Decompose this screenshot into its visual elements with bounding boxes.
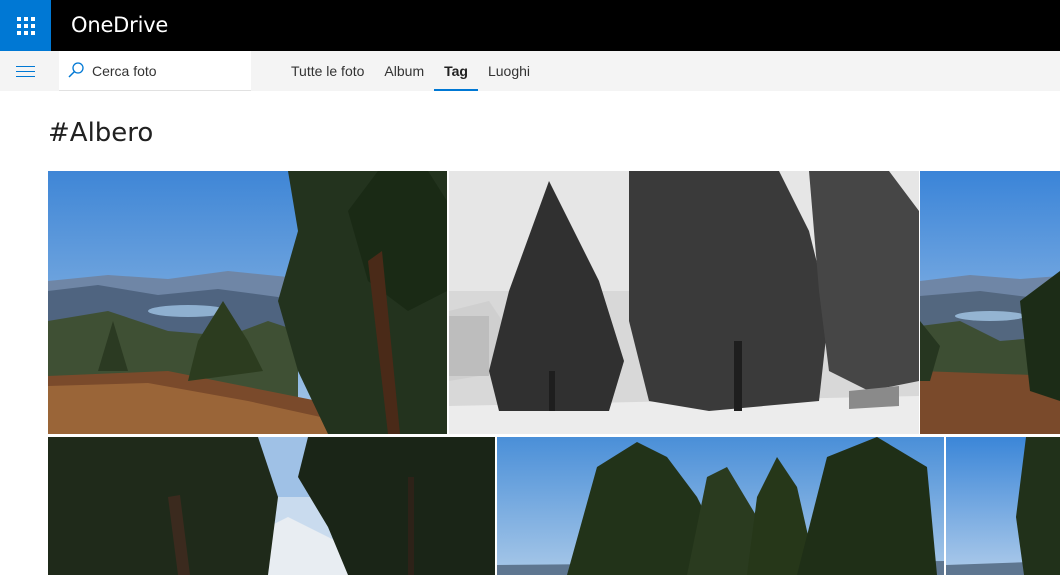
search-input[interactable] bbox=[92, 60, 242, 82]
photo-thumbnail[interactable] bbox=[497, 437, 944, 575]
tab-albums[interactable]: Album bbox=[374, 51, 434, 91]
photo-thumbnail[interactable] bbox=[48, 437, 495, 575]
waffle-icon[interactable] bbox=[0, 0, 51, 51]
page-title: #Albero bbox=[48, 118, 154, 148]
photo-thumbnail[interactable] bbox=[920, 171, 1060, 434]
search-icon bbox=[68, 62, 84, 78]
tab-tags[interactable]: Tag bbox=[434, 51, 478, 91]
hamburger-icon[interactable] bbox=[0, 51, 51, 91]
top-bar: OneDrive bbox=[0, 0, 1060, 51]
photo-thumbnail[interactable] bbox=[449, 171, 919, 434]
app-title[interactable]: OneDrive bbox=[71, 13, 168, 37]
nav-bar: Tutte le foto Album Tag Luoghi bbox=[0, 51, 1060, 91]
tab-bar: Tutte le foto Album Tag Luoghi bbox=[281, 51, 540, 91]
photo-thumbnail[interactable] bbox=[48, 171, 447, 434]
tab-places[interactable]: Luoghi bbox=[478, 51, 540, 91]
search-box[interactable] bbox=[59, 51, 251, 91]
tab-all-photos[interactable]: Tutte le foto bbox=[281, 51, 374, 91]
photo-thumbnail[interactable] bbox=[946, 437, 1060, 575]
